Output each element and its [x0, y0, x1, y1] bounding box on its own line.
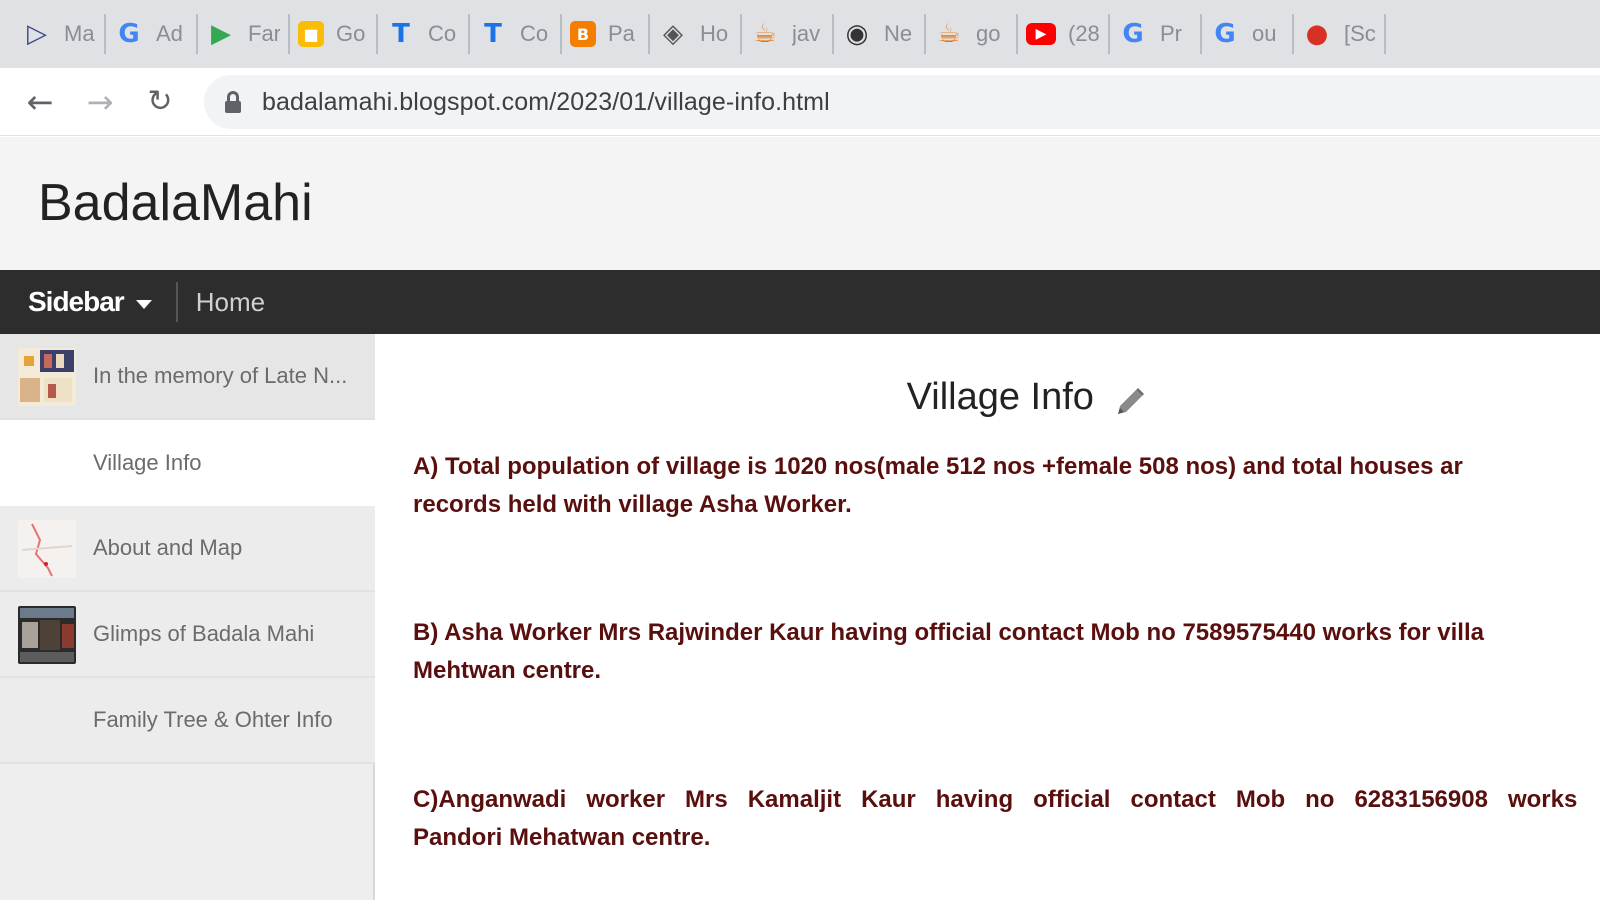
apple-icon: ●	[1305, 19, 1329, 49]
bookmark-label: Go	[336, 21, 366, 46]
top-menu-bar: Sidebar Home	[0, 270, 1600, 334]
memory-thumbnail	[18, 348, 76, 406]
t-icon: T	[392, 19, 410, 49]
bookmark-label: go	[976, 21, 1001, 46]
bookmark-label: Ma	[64, 21, 95, 46]
bookmark-label: Pa	[608, 21, 635, 46]
forward-arrow-icon[interactable]: →	[80, 82, 120, 122]
post-content: Village Info A) Total population of vill…	[375, 334, 1600, 900]
blog-title[interactable]: BadalaMahi	[38, 173, 313, 233]
bookmark-label: ou	[1252, 21, 1277, 46]
bookmark-label: Ne	[884, 21, 913, 46]
sidebar: In the memory of Late N... Village Info …	[0, 334, 375, 900]
bookmark-item[interactable]: G Pr	[1110, 14, 1202, 54]
post-title: Village Info	[906, 376, 1094, 418]
browser-toolbar: ← → ↻ badalamahi.blogspot.com/2023/01/vi…	[0, 68, 1600, 136]
bookmark-item[interactable]: B Pa	[562, 14, 650, 54]
map-thumbnail	[18, 520, 76, 578]
blog-header: BadalaMahi	[0, 137, 1600, 270]
glimps-thumbnail	[18, 606, 76, 664]
sidebar-item-label: About and Map	[93, 535, 243, 560]
bookmark-item[interactable]: Gou	[1202, 14, 1294, 54]
bookmark-item[interactable]: ◈ Ho	[650, 14, 742, 54]
java-icon: ☕	[937, 19, 961, 49]
bookmark-item[interactable]: T Co	[470, 14, 562, 54]
bookmark-label: Pr	[1160, 21, 1182, 46]
bookmarks-bar: ▷ Ma G Ad ▶ Far ■ Go T Co T Co B Pa ◈ Ho ☕ jav ◉ Ne ☕ go ▶ (28 G…	[0, 0, 1600, 68]
sidebar-item-about-map[interactable]: About and Map	[0, 506, 375, 592]
bookmark-label: Far	[248, 21, 280, 46]
bookmark-label: Ho	[700, 21, 729, 46]
lock-icon[interactable]	[224, 91, 242, 113]
bookmark-item[interactable]: ☕ go	[926, 14, 1018, 54]
bookmark-label: [Sc	[1344, 21, 1376, 46]
bookmark-label: Co	[520, 21, 549, 46]
bookmark-label: jav	[792, 21, 821, 46]
paragraph-b-line1: B) Asha Worker Mrs Rajwinder Kaur having…	[413, 619, 1484, 646]
sidebar-item-label: In the memory of Late N...	[93, 363, 348, 388]
diamond-icon: ◈	[663, 19, 683, 49]
play-store-icon: ▶	[211, 19, 231, 49]
sidebar-item-glimps[interactable]: Glimps of Badala Mahi	[0, 592, 375, 678]
t-icon: T	[484, 19, 502, 49]
edit-pencil-icon[interactable]	[1112, 384, 1148, 425]
post-header: Village Info	[375, 376, 1600, 425]
caret-down-icon	[135, 299, 152, 309]
java-icon: ☕	[753, 19, 777, 49]
address-bar[interactable]: badalamahi.blogspot.com/2023/01/village-…	[204, 75, 1600, 129]
url-text[interactable]: badalamahi.blogspot.com/2023/01/village-…	[262, 88, 830, 117]
paragraph-a-line2: records held with village Asha Worker.	[413, 491, 852, 518]
bookmark-label: (28	[1068, 21, 1100, 46]
bookmark-item[interactable]: ▶ Far	[198, 14, 290, 54]
flag-icon: ▷	[27, 19, 47, 49]
sidebar-item-label: Village Info	[93, 450, 202, 475]
reload-icon[interactable]: ↻	[140, 82, 180, 122]
sidebar-item-label: Glimps of Badala Mahi	[93, 621, 315, 646]
bookmark-item[interactable]: G Ad	[106, 14, 198, 54]
paragraph-c-line2: Pandori Mehatwan centre.	[413, 824, 711, 851]
sidebar-item-family-tree[interactable]: Family Tree & Ohter Info	[0, 678, 375, 764]
sidebar-menu-label: Sidebar	[28, 286, 125, 317]
sidebar-menu-toggle[interactable]: Sidebar	[28, 286, 152, 318]
menu-divider	[175, 282, 178, 322]
home-link[interactable]: Home	[196, 287, 265, 318]
google-icon: G	[1214, 19, 1236, 49]
paragraph-a-line1: A) Total population of village is 1020 n…	[413, 453, 1463, 480]
bookmark-item[interactable]: T Co	[378, 14, 470, 54]
sidebar-item-label: Family Tree & Ohter Info	[93, 707, 333, 732]
sidebar-item-village-info[interactable]: Village Info	[0, 420, 375, 506]
chrome-icon: ◉	[845, 19, 869, 49]
bookmark-item[interactable]: ■ Go	[290, 14, 378, 54]
back-arrow-icon[interactable]: ←	[20, 82, 60, 122]
bookmark-item[interactable]: ▷ Ma	[14, 14, 106, 54]
keep-icon: ■	[298, 21, 324, 47]
blogger-icon: B	[570, 21, 596, 47]
paragraph-b-line2: Mehtwan centre.	[413, 657, 602, 684]
paragraph-c-line1: C)Anganwadi worker Mrs Kamaljit Kaur hav…	[413, 786, 1578, 813]
bookmark-item[interactable]: ◉ Ne	[834, 14, 926, 54]
bookmark-label: Co	[428, 21, 457, 46]
google-icon: G	[1122, 19, 1144, 49]
bookmark-item[interactable]: ☕ jav	[742, 14, 834, 54]
youtube-icon: ▶	[1026, 23, 1056, 45]
bookmark-item[interactable]: ▶ (28	[1018, 14, 1110, 54]
bookmark-item[interactable]: ● [Sc	[1294, 14, 1386, 54]
google-icon: G	[118, 19, 140, 49]
sidebar-item-memory[interactable]: In the memory of Late N...	[0, 334, 375, 420]
bookmark-label: Ad	[156, 21, 183, 46]
